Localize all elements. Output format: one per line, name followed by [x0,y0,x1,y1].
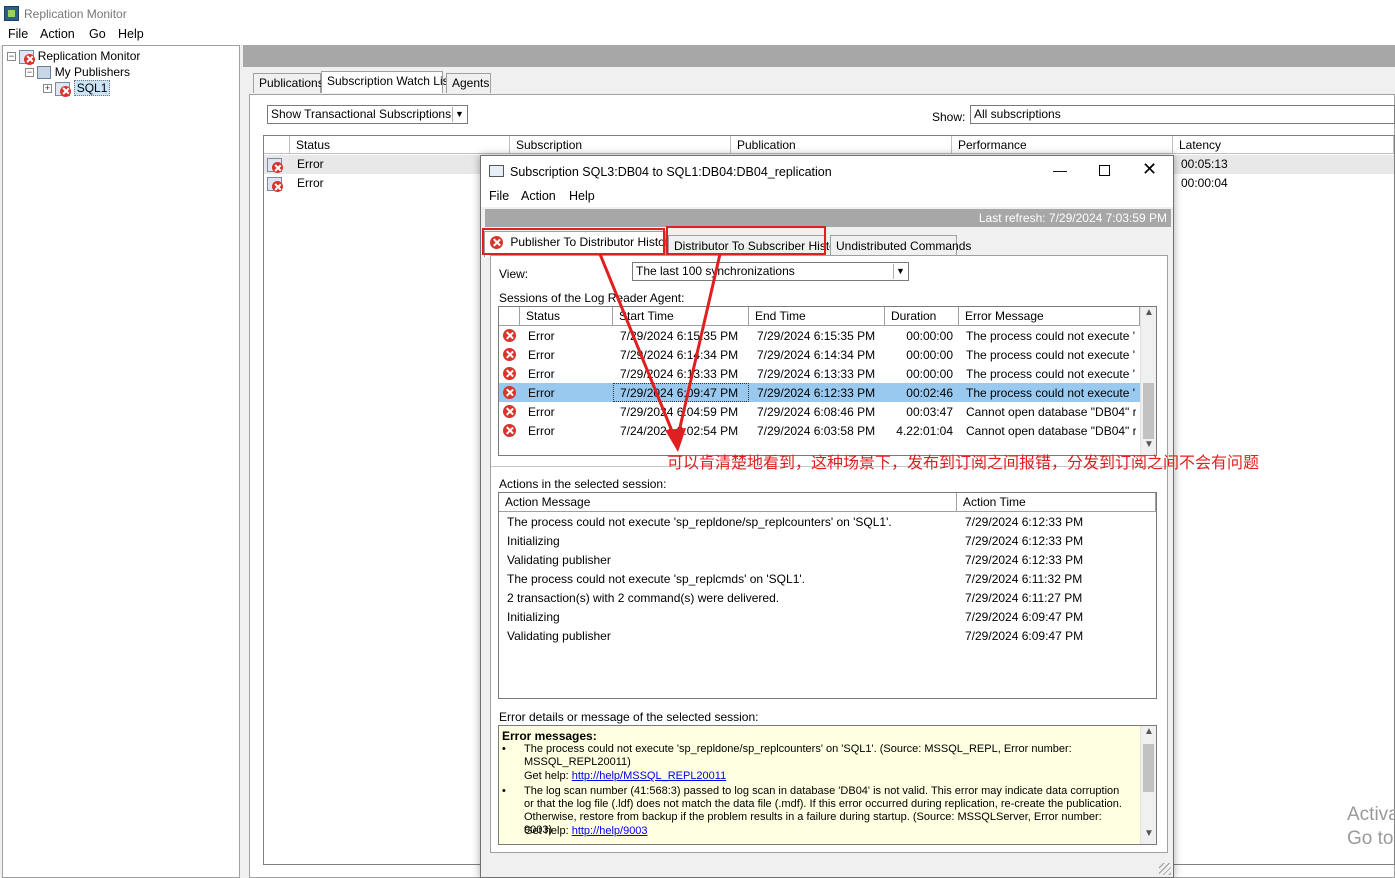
annotation-note: 可以肯清楚地看到，这种场景下，发布到订阅之间报错，分发到订阅之间不会有问题 [667,455,1260,472]
annotation-arrow-line-2 [676,253,722,437]
annotation-arrows [598,253,722,452]
annotation-arrow-line-1 [598,253,676,437]
activation-watermark: Activa Go to S [1347,804,1395,849]
